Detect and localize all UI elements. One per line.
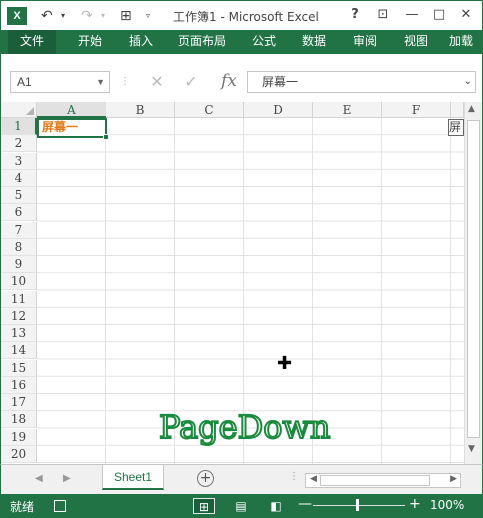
tab-data[interactable]: 数据 — [294, 30, 334, 54]
row-header-8[interactable]: 8 — [1, 238, 37, 256]
sheet-tab-bar: ◀ ▶ Sheet1 + ⋮ ◀ ▶ — [0, 464, 483, 494]
zoom-level[interactable]: 100% — [430, 498, 464, 512]
ribbon-display-options-button[interactable]: ⊡ — [375, 7, 391, 23]
column-header-f[interactable]: F — [382, 102, 451, 118]
row-header-5[interactable]: 5 — [1, 187, 37, 204]
close-button[interactable]: ✕ — [458, 7, 474, 23]
zoom-slider-thumb[interactable] — [356, 499, 359, 511]
formula-bar: A1 ▼ ⋮ ✕ ✓ fx 屏幕一 ⌄ — [0, 54, 483, 102]
tab-view[interactable]: 视图 — [396, 30, 436, 54]
column-header-b[interactable]: B — [106, 102, 175, 118]
formula-bar-splitter-icon[interactable]: ⋮ — [120, 76, 130, 87]
horizontal-scrollbar[interactable]: ◀ ▶ — [305, 473, 461, 488]
column-header-g[interactable] — [451, 102, 464, 118]
row-header-4[interactable]: 4 — [1, 169, 37, 187]
row-header-14[interactable]: 14 — [1, 342, 37, 360]
row-header-9[interactable]: 9 — [1, 256, 37, 273]
pagedown-overlay-label: PageDown — [158, 407, 332, 447]
title-bar: X ↶ ▾ ↷ ▾ ⊞ ▿ 工作簿1 - Microsoft Excel ? ⊡… — [0, 0, 483, 30]
scroll-up-icon[interactable]: ▲ — [468, 104, 475, 114]
normal-view-button[interactable]: ⊞ — [193, 498, 215, 514]
add-sheet-button[interactable]: + — [197, 470, 214, 487]
enter-check-icon[interactable]: ✓ — [177, 71, 205, 93]
tab-insert[interactable]: 插入 — [121, 30, 161, 54]
row-header-11[interactable]: 11 — [1, 290, 37, 308]
minimize-button[interactable]: — — [404, 7, 420, 23]
row-header-15[interactable]: 15 — [1, 359, 37, 377]
worksheet-grid[interactable]: A B C D E F 1 2 3 4 5 6 7 8 9 10 11 12 1… — [0, 102, 483, 464]
row-header-19[interactable]: 19 — [1, 428, 37, 446]
row-header-18[interactable]: 18 — [1, 411, 37, 429]
macro-record-icon[interactable] — [54, 500, 66, 512]
maximize-button[interactable]: □ — [431, 7, 447, 23]
redo-icon[interactable]: ↷ — [81, 6, 93, 26]
row-header-2[interactable]: 2 — [1, 135, 37, 153]
zoom-in-button[interactable]: + — [409, 496, 421, 512]
horizontal-scroll-thumb[interactable] — [320, 475, 430, 486]
zoom-out-button[interactable]: — — [298, 496, 312, 512]
status-ready-text: 就绪 — [10, 500, 35, 514]
insert-function-icon[interactable]: fx — [215, 70, 243, 92]
select-all-button[interactable] — [1, 102, 37, 118]
prev-sheet-icon[interactable]: ◀ — [35, 473, 43, 484]
name-box[interactable]: A1 ▼ — [10, 71, 110, 93]
help-button[interactable]: ? — [347, 7, 363, 23]
border-icon[interactable]: ⊞ — [120, 6, 132, 26]
vertical-scroll-thumb[interactable] — [467, 120, 480, 438]
undo-icon[interactable]: ↶ — [41, 6, 53, 26]
status-bar: 就绪 ⊞ ▤ ◧ — + 100% — [0, 494, 483, 518]
row-header-20[interactable]: 20 — [1, 445, 37, 463]
next-sheet-icon[interactable]: ▶ — [63, 473, 71, 484]
column-header-e[interactable]: E — [313, 102, 382, 118]
window-title: 工作簿1 - Microsoft Excel — [173, 10, 319, 24]
redo-dropdown-icon[interactable]: ▾ — [101, 6, 105, 26]
tab-file[interactable]: 文件 — [8, 30, 56, 54]
cell-a1-value: 屏幕一 — [42, 120, 79, 134]
chevron-down-icon[interactable]: ▼ — [96, 72, 105, 92]
formula-input[interactable]: 屏幕一 ⌄ — [247, 71, 476, 93]
zoom-slider-track[interactable] — [313, 505, 405, 506]
row-header-13[interactable]: 13 — [1, 325, 37, 342]
column-header-c[interactable]: C — [175, 102, 244, 118]
ribbon-tabs: 文件 开始 插入 页面布局 公式 数据 审阅 视图 加载 — [0, 30, 483, 54]
select-all-icon — [26, 107, 34, 115]
scroll-right-icon[interactable]: ▶ — [450, 474, 457, 484]
undo-dropdown-icon[interactable]: ▾ — [61, 6, 65, 26]
sheet-tab-sheet1[interactable]: Sheet1 — [102, 465, 164, 490]
expand-formula-bar-icon[interactable]: ⌄ — [464, 72, 472, 92]
row-header-1[interactable]: 1 — [1, 118, 37, 135]
vertical-scrollbar[interactable]: ▲ ▼ — [464, 102, 482, 464]
name-box-value: A1 — [17, 75, 32, 89]
scroll-down-icon[interactable]: ▼ — [468, 444, 475, 454]
row-header-17[interactable]: 17 — [1, 394, 37, 411]
row-header-10[interactable]: 10 — [1, 273, 37, 291]
cell-cursor-icon: ✚ — [277, 353, 293, 374]
tab-home[interactable]: 开始 — [70, 30, 110, 54]
formula-value: 屏幕一 — [262, 75, 299, 89]
tab-review[interactable]: 审阅 — [345, 30, 385, 54]
cancel-icon[interactable]: ✕ — [143, 71, 171, 93]
offscreen-cell-text: 屏 — [448, 119, 464, 136]
row-header-6[interactable]: 6 — [1, 204, 37, 222]
excel-logo-icon: X — [7, 7, 27, 25]
column-header-d[interactable]: D — [244, 102, 313, 118]
tab-page-layout[interactable]: 页面布局 — [172, 30, 232, 54]
page-layout-view-button[interactable]: ▤ — [230, 498, 252, 514]
active-cell-a1[interactable]: 屏幕一 — [37, 118, 109, 140]
tab-formulas[interactable]: 公式 — [244, 30, 284, 54]
customize-qat-icon[interactable]: ▿ — [146, 6, 150, 26]
row-header-16[interactable]: 16 — [1, 376, 37, 394]
page-break-preview-button[interactable]: ◧ — [265, 498, 287, 514]
scroll-left-icon[interactable]: ◀ — [310, 474, 317, 484]
column-header-a[interactable]: A — [37, 102, 107, 118]
fill-handle[interactable] — [103, 134, 109, 140]
tab-splitter-icon[interactable]: ⋮ — [289, 471, 299, 482]
row-header-3[interactable]: 3 — [1, 152, 37, 170]
row-header-7[interactable]: 7 — [1, 221, 37, 239]
tab-addins[interactable]: 加载 — [449, 30, 479, 54]
row-header-12[interactable]: 12 — [1, 307, 37, 325]
